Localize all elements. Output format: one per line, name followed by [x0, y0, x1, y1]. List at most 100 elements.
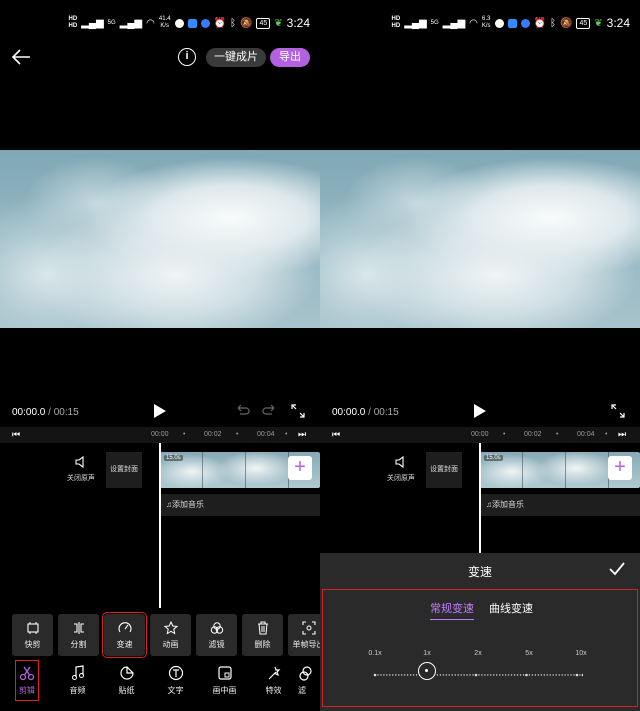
text-icon [168, 665, 183, 680]
slider-tick [415, 674, 418, 676]
network-type: 5G [107, 20, 116, 26]
info-icon[interactable]: i [178, 48, 196, 66]
set-cover-button[interactable]: 设置封面 [426, 452, 462, 488]
slider-tick [561, 674, 563, 676]
add-clip-button[interactable]: + [288, 456, 312, 480]
slider-tick [546, 674, 548, 676]
signal-icon-2: ▂▄▆ [442, 17, 466, 29]
tab-filter[interactable]: 滤 [298, 660, 318, 700]
tool-delete[interactable]: 删除 [242, 614, 283, 656]
slider-tick [481, 674, 483, 676]
tab-edit[interactable]: 剪辑 [12, 659, 42, 701]
tool-animation[interactable]: 动画 [150, 614, 191, 656]
slider-tick [474, 673, 478, 677]
mute-icon: 🔕 [560, 17, 573, 29]
signal-icon-2: ▂▄▆ [119, 17, 143, 29]
video-preview[interactable] [0, 150, 320, 328]
slider-tick [412, 674, 415, 676]
slider-tick [463, 674, 465, 676]
speed-label: 5x [525, 650, 533, 657]
tool-filter[interactable]: 滤镜 [196, 614, 237, 656]
net-speed: 41.4 K/s [158, 16, 171, 29]
slider-tick [487, 674, 489, 676]
fullscreen-icon[interactable] [611, 404, 625, 418]
play-icon[interactable] [154, 404, 166, 418]
skip-start-icon[interactable]: ⏮ [332, 429, 340, 440]
slider-tick [409, 674, 412, 676]
add-music-track[interactable]: ♫添加音乐 [160, 494, 320, 516]
current-time: 00:00.0 [12, 407, 46, 418]
bluetooth-icon: ᛒ [550, 17, 556, 29]
skip-start-icon[interactable]: ⏮ [12, 429, 20, 440]
slider-tick [564, 674, 566, 676]
back-arrow-icon[interactable] [10, 46, 32, 68]
quick-cut-icon [26, 621, 39, 634]
message-icon [494, 18, 504, 28]
set-cover-button[interactable]: 设置封面 [106, 452, 142, 488]
tool-frame-export[interactable]: 单帧导出 [288, 614, 320, 656]
slider-tick [519, 674, 522, 676]
fullscreen-icon[interactable] [291, 404, 305, 418]
slider-tick [549, 674, 551, 676]
tab-curve-speed[interactable]: 曲线变速 [489, 600, 533, 616]
ruler-mark: 00:02 [524, 431, 542, 438]
slider-tick [543, 674, 545, 676]
slider-tick [395, 674, 397, 676]
time-ruler[interactable]: ⏮ 00:00 • 00:02 • 00:04 • ⏭ [320, 427, 640, 443]
tab-edit-highlight: 剪辑 [15, 659, 39, 701]
tool-split[interactable]: 分割 [58, 614, 99, 656]
slider-tick [478, 674, 480, 676]
speedometer-icon [117, 621, 132, 632]
speed-slider-knob[interactable] [418, 662, 436, 680]
redo-icon[interactable] [262, 404, 276, 416]
speed-label: 0.1x [368, 650, 382, 657]
export-button[interactable]: 导出 [270, 48, 310, 67]
slider-tick [436, 674, 439, 676]
speed-slider-track[interactable] [373, 670, 583, 680]
slider-tick [555, 674, 557, 676]
tool-speed[interactable]: 变速 [102, 612, 147, 658]
signal-icon: ▂▄▆ [81, 17, 104, 29]
alarm-icon: ⏰ [213, 17, 226, 29]
skip-end-icon[interactable]: ⏭ [298, 429, 306, 440]
checkmark-icon[interactable] [608, 561, 626, 577]
slider-tick [570, 674, 572, 676]
video-preview[interactable] [320, 150, 640, 328]
tool-quick-cut[interactable]: 快剪 [12, 614, 53, 656]
quick-make-button[interactable]: 一键成片 [206, 48, 266, 67]
tab-pip[interactable]: 画中画 [200, 660, 249, 700]
add-clip-button[interactable]: + [608, 456, 632, 480]
ruler-dot: • [285, 431, 288, 438]
undo-icon[interactable] [236, 404, 250, 416]
playhead[interactable] [159, 443, 161, 608]
slider-tick [398, 674, 400, 676]
status-bar: HD HD ▂▄▆ 5G ▂▄▆ ◠ 6.3 K/s ⏰ ᛒ 🔕 45 ❦ 3:24 [392, 12, 630, 34]
filter-icon [210, 621, 223, 634]
play-icon[interactable] [474, 404, 486, 418]
speed-label: 10x [575, 650, 587, 657]
shield-icon [200, 18, 210, 28]
tab-text[interactable]: 文字 [151, 660, 200, 700]
skip-end-icon[interactable]: ⏭ [618, 429, 626, 440]
current-time: 00:00.0 [332, 407, 366, 418]
mute-original-button[interactable]: 关闭原声 [386, 455, 416, 483]
slider-tick [472, 674, 474, 676]
tab-sticker[interactable]: 贴纸 [102, 660, 151, 700]
slider-tick [528, 674, 531, 676]
mute-original-button[interactable]: 关闭原声 [66, 455, 96, 483]
wifi-icon: ◠ [469, 17, 478, 29]
leaf-icon: ❦ [274, 17, 283, 29]
add-music-track[interactable]: ♫添加音乐 [480, 494, 640, 516]
net-speed: 6.3 K/s [481, 16, 491, 29]
tab-audio[interactable]: 音频 [53, 660, 102, 700]
tab-normal-speed[interactable]: 常规变速 [430, 600, 474, 620]
tab-effects[interactable]: 特效 [249, 660, 298, 700]
status-bar: HD HD ▂▄▆ 5G ▂▄▆ ◠ 41.4 K/s ⏰ ᛒ 🔕 45 ❦ 3:2… [69, 12, 311, 34]
slider-tick [404, 674, 406, 676]
time-ruler[interactable]: ⏮ 00:00 • 00:02 • 00:04 • ⏭ [0, 427, 320, 443]
slider-tick [386, 674, 388, 676]
total-duration: 00:15 [373, 407, 399, 418]
speed-panel: 变速 常规变速 曲线变速 0.1x 1x 2x 5x 10x [320, 553, 640, 711]
slider-tick [377, 674, 379, 676]
pip-icon [217, 665, 232, 680]
